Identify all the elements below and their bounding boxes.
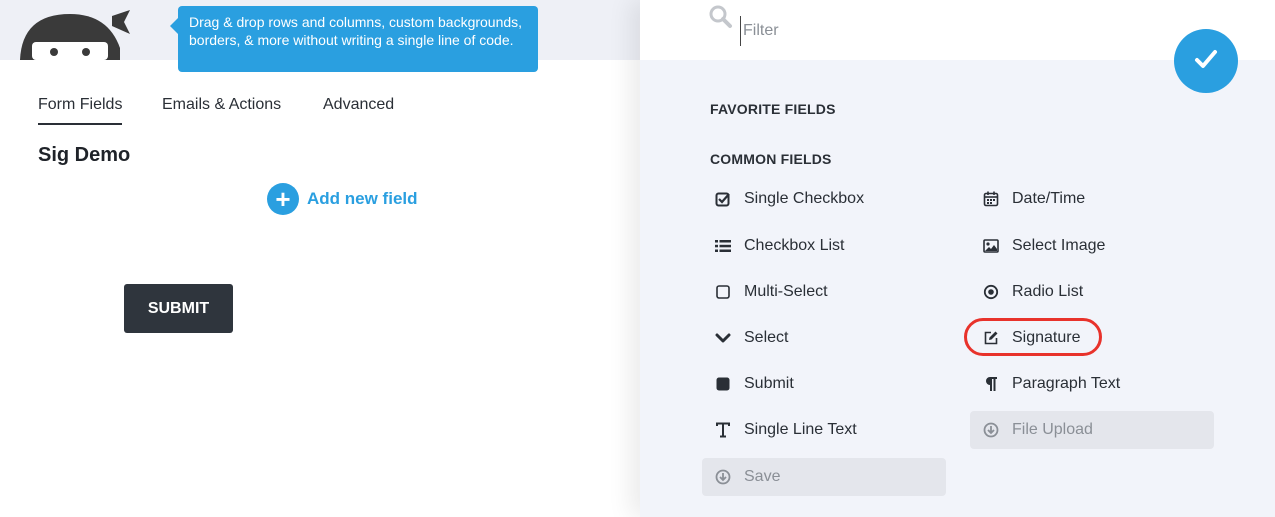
field-multi-select[interactable]: Multi-Select	[702, 273, 946, 311]
filter-input[interactable]	[740, 16, 1045, 46]
tooltip-text: Drag & drop rows and columns, custom bac…	[189, 14, 523, 48]
radio-dot-icon	[982, 283, 1000, 301]
field-file-upload[interactable]: File Upload	[970, 411, 1214, 449]
calendar-icon	[982, 190, 1000, 208]
field-label: Paragraph Text	[1012, 375, 1121, 392]
chevron-down-icon	[714, 329, 732, 347]
search-icon	[708, 4, 734, 30]
field-single-checkbox[interactable]: Single Checkbox	[702, 180, 946, 218]
tab-emails-actions[interactable]: Emails & Actions	[162, 96, 281, 123]
plus-circle-icon: +	[267, 183, 299, 215]
drag-drop-tooltip: Drag & drop rows and columns, custom bac…	[170, 6, 538, 72]
field-label: Submit	[744, 375, 794, 392]
ninja-forms-logo-icon	[20, 8, 130, 60]
edit-pen-icon	[982, 329, 1000, 347]
done-button[interactable]	[1174, 29, 1238, 93]
field-radio-list[interactable]: Radio List	[970, 273, 1214, 311]
tab-form-fields[interactable]: Form Fields	[38, 96, 123, 125]
form-title: Sig Demo	[38, 144, 131, 166]
square-filled-icon	[714, 375, 732, 393]
field-select[interactable]: Select	[702, 319, 946, 357]
field-save[interactable]: Save	[702, 458, 946, 496]
add-new-field-button[interactable]: + Add new field	[267, 183, 418, 215]
field-signature[interactable]: Signature	[970, 319, 1214, 357]
square-outline-icon	[714, 283, 732, 301]
field-label: Save	[744, 468, 781, 485]
checkbox-checked-icon	[714, 190, 732, 208]
text-cursor-icon	[714, 421, 732, 439]
field-label: Select	[744, 329, 789, 346]
favorite-fields-heading: FAVORITE FIELDS	[710, 101, 836, 117]
list-icon	[714, 237, 732, 255]
field-label: Date/Time	[1012, 190, 1086, 207]
fields-drawer: FAVORITE FIELDS COMMON FIELDS Single Che…	[640, 0, 1275, 517]
field-label: File Upload	[1012, 421, 1093, 438]
field-date-time[interactable]: Date/Time	[970, 180, 1214, 218]
field-single-line-text[interactable]: Single Line Text	[702, 411, 946, 449]
field-label: Multi-Select	[744, 283, 828, 300]
image-icon	[982, 237, 1000, 255]
field-select-image[interactable]: Select Image	[970, 227, 1214, 265]
field-label: Checkbox List	[744, 237, 845, 254]
field-paragraph-text[interactable]: Paragraph Text	[970, 365, 1214, 403]
field-submit[interactable]: Submit	[702, 365, 946, 403]
download-circle-icon	[714, 468, 732, 486]
field-label: Single Line Text	[744, 421, 857, 438]
download-circle-icon	[982, 421, 1000, 439]
submit-button[interactable]: SUBMIT	[124, 284, 233, 333]
field-label: Radio List	[1012, 283, 1084, 300]
paragraph-icon	[982, 375, 1000, 393]
checkmark-icon	[1191, 44, 1221, 79]
field-label: Signature	[1012, 329, 1081, 346]
add-new-field-label: Add new field	[307, 189, 418, 208]
field-label: Select Image	[1012, 237, 1106, 254]
field-label: Single Checkbox	[744, 190, 865, 207]
common-fields-heading: COMMON FIELDS	[710, 151, 832, 167]
tab-advanced[interactable]: Advanced	[323, 96, 394, 123]
field-checkbox-list[interactable]: Checkbox List	[702, 227, 946, 265]
